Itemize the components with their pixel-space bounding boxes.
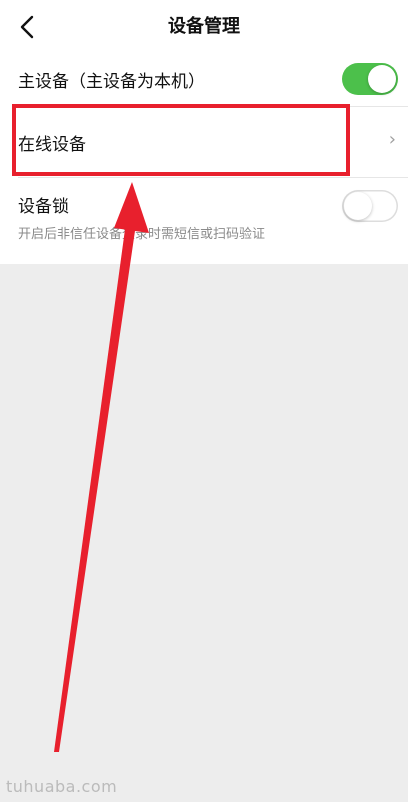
device-lock-toggle[interactable] (342, 190, 398, 222)
device-lock-label: 设备锁 (18, 197, 69, 217)
device-lock-row: 设备锁 开启后非信任设备登录时需短信或扫码验证 (0, 178, 408, 264)
online-devices-label: 在线设备 (18, 135, 86, 155)
primary-device-row: 主设备（主设备为本机） (0, 54, 408, 106)
toggle-knob (344, 192, 372, 220)
watermark: tuhuaba.com (6, 777, 118, 796)
page-title: 设备管理 (168, 16, 240, 37)
device-lock-description: 开启后非信任设备登录时需短信或扫码验证 (18, 227, 266, 242)
online-devices-row[interactable]: 在线设备 › (0, 107, 408, 177)
nav-bar: 设备管理 (0, 0, 408, 54)
device-settings-list: 主设备（主设备为本机） 在线设备 › 设备锁 开启后非信任设备登录时需短信或扫码… (0, 54, 408, 264)
primary-device-label: 主设备（主设备为本机） (18, 72, 205, 92)
toggle-knob (368, 65, 396, 93)
chevron-right-icon: › (388, 129, 396, 150)
primary-device-toggle[interactable] (342, 63, 398, 95)
